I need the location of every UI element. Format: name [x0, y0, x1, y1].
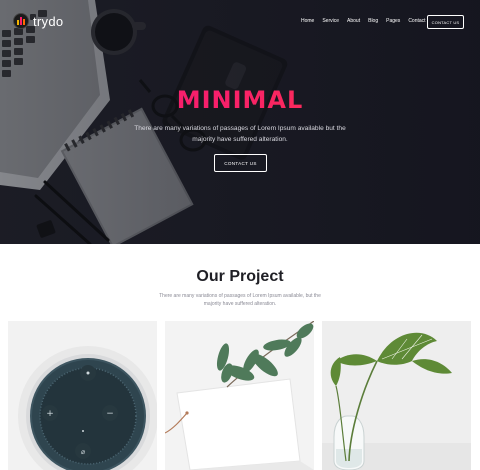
- project-card-plant[interactable]: [322, 321, 471, 470]
- brand-name: trydo: [33, 13, 64, 29]
- projects-title: Our Project: [196, 268, 284, 285]
- hero-title: MINIMAL: [0, 86, 480, 114]
- nav-contact-button[interactable]: CONTACT US: [427, 15, 464, 29]
- nav-item-blog[interactable]: Blog: [368, 18, 378, 24]
- nav-item-pages[interactable]: Pages: [386, 18, 400, 24]
- plant-in-vase-image: [322, 321, 471, 470]
- brand-logo[interactable]: trydo: [13, 13, 63, 29]
- nav-item-contact[interactable]: Contact: [408, 18, 425, 24]
- smart-speaker-image: + − ⌀: [8, 321, 157, 470]
- projects-description: There are many variations of passages of…: [159, 293, 321, 307]
- eucalyptus-card-image: [165, 321, 314, 470]
- hero-section: trydo Home Service About Blog Pages Cont…: [0, 0, 480, 244]
- svg-text:⌀: ⌀: [81, 448, 85, 456]
- top-navigation: trydo Home Service About Blog Pages Cont…: [0, 0, 480, 44]
- nav-item-about[interactable]: About: [347, 18, 360, 24]
- svg-text:−: −: [106, 409, 114, 419]
- hero-contact-button[interactable]: CONTACT US: [214, 154, 267, 172]
- svg-text:+: +: [46, 409, 54, 419]
- project-card-speaker[interactable]: + − ⌀: [8, 321, 157, 470]
- hero-description: There are many variations of passages of…: [134, 125, 346, 143]
- nav-item-service[interactable]: Service: [322, 18, 339, 24]
- logo-bars-icon: [13, 13, 29, 29]
- project-card-eucalyptus[interactable]: [165, 321, 314, 470]
- nav-item-home[interactable]: Home: [301, 18, 314, 24]
- main-menu: Home Service About Blog Pages Contact: [301, 18, 434, 24]
